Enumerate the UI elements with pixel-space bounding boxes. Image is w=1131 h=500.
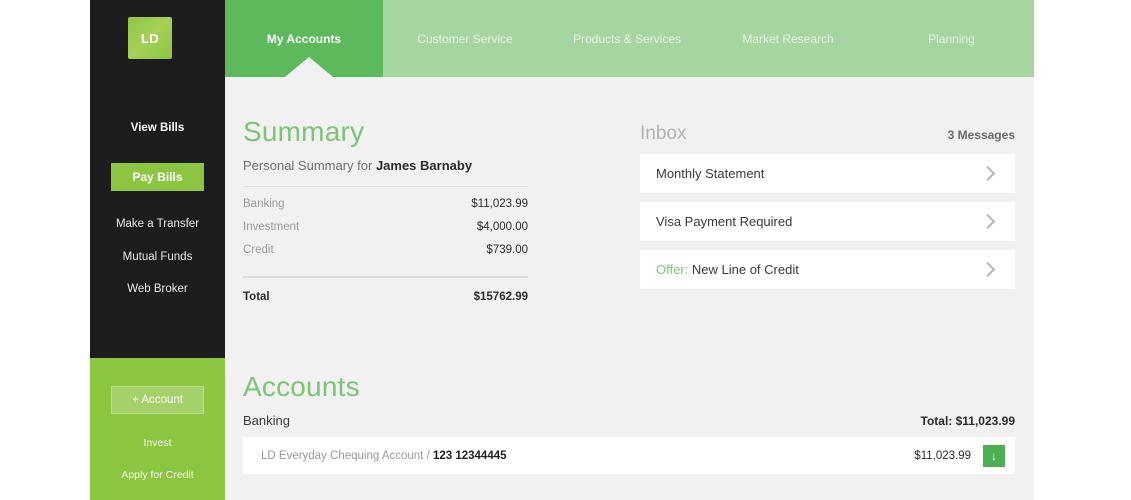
sidebar-item-label: Web Broker [127,283,188,295]
chevron-right-icon [979,213,996,230]
sidebar-item-label: Pay Bills [132,170,183,184]
download-icon[interactable]: ↓ [983,444,1005,467]
sidebar-item-view-bills[interactable]: View Bills [90,122,225,134]
accounts-group-total: Total: $11,023.99 [920,414,1016,428]
chevron-right-icon [979,165,996,182]
inbox-message-item[interactable]: Offer: New Line of Credit [640,250,1015,289]
download-icon-glyph: ↓ [991,448,997,463]
inbox-title: Inbox [640,123,687,144]
sidebar-item-label: View Bills [130,122,185,134]
main-navigation: My Accounts Customer Service Products & … [225,0,1034,77]
account-number: 123 12344445 [432,449,507,462]
sidebar-item-label: Invest [143,437,172,449]
tab-label: Products & Services [572,31,682,46]
sidebar-green-panel: + Account Invest Apply for Credit [90,358,225,500]
summary-row-label: Credit [243,244,274,256]
account-name-wrapper: LD Everyday Chequing Account / 123 12344… [261,450,507,462]
summary-row-total: Total $15762.99 [243,291,528,303]
brand-logo[interactable]: LD [128,17,172,59]
banking-app-window: LD View Bills Pay Bills Make a Transfer … [90,0,1034,500]
sidebar-item-apply-for-credit[interactable]: Apply for Credit [90,469,225,481]
inbox-message-subject: New Line of Credit [688,262,799,277]
summary-row-value: $11,023.99 [471,198,528,210]
summary-row-investment: Investment $4,000.00 [243,221,528,233]
summary-row-value: $739.00 [486,244,528,256]
sidebar-item-label: Mutual Funds [122,251,193,263]
active-tab-indicator-arrow [285,57,333,77]
add-account-label: + Account [132,394,183,406]
tab-label: Market Research [742,31,834,46]
sidebar-item-label: Make a Transfer [115,218,200,230]
tab-label: Customer Service [417,31,513,46]
tab-customer-service[interactable]: Customer Service [383,0,547,77]
accounts-group-header: Banking Total: $11,023.99 [243,413,1015,428]
summary-row-value: $4,000.00 [476,221,528,233]
summary-title: Summary [243,116,365,147]
summary-subtitle: Personal Summary for James Barnaby [243,158,528,173]
summary-divider-bottom [243,276,528,278]
summary-subtitle-prefix: Personal Summary for [243,158,376,173]
brand-logo-text: LD [140,30,160,46]
summary-total-value: $15762.99 [473,291,528,303]
tab-planning[interactable]: Planning [869,0,1034,77]
tab-label: My Accounts [266,31,342,46]
inbox-message-item[interactable]: Monthly Statement [640,154,1015,193]
add-account-button[interactable]: + Account [111,386,204,414]
account-name: LD Everyday Chequing Account / [261,449,433,462]
tab-market-research[interactable]: Market Research [707,0,869,77]
summary-total-label: Total [243,291,270,303]
account-balance: $11,023.99 [914,449,971,462]
inbox-panel: Inbox 3 Messages Monthly Statement Visa … [640,123,1015,289]
sidebar: LD View Bills Pay Bills Make a Transfer … [90,0,225,500]
accounts-panel: Accounts Banking Total: $11,023.99 LD Ev… [243,373,1015,474]
summary-row-credit: Credit $739.00 [243,244,528,256]
account-row[interactable]: LD Everyday Chequing Account / 123 12344… [243,437,1015,474]
customer-name: James Barnaby [375,158,473,173]
inbox-message-item[interactable]: Visa Payment Required [640,202,1015,241]
inbox-header: Inbox 3 Messages [640,123,1015,145]
summary-divider-top [243,186,528,187]
tab-label: Planning [928,31,975,46]
inbox-message-count: 3 Messages [947,128,1015,142]
inbox-message-subject: Visa Payment Required [656,214,793,229]
inbox-message-offer-tag: Offer: [656,262,689,277]
summary-row-banking: Banking $11,023.99 [243,198,528,210]
main-content: Summary Personal Summary for James Barna… [225,77,1034,500]
accounts-group-label: Banking [243,413,290,428]
summary-panel: Summary Personal Summary for James Barna… [243,118,528,303]
inbox-message-subject: Monthly Statement [656,166,765,181]
tab-products-and-services[interactable]: Products & Services [547,0,707,77]
inbox-message-subject-wrapper: Offer: New Line of Credit [656,262,799,277]
account-row-right: $11,023.99 ↓ [914,444,1005,467]
sidebar-item-invest[interactable]: Invest [90,437,225,449]
sidebar-item-label: Apply for Credit [121,469,194,481]
chevron-right-icon [979,261,996,278]
summary-row-label: Banking [243,198,285,210]
accounts-title: Accounts [243,371,360,402]
sidebar-item-pay-bills[interactable]: Pay Bills [111,163,204,191]
sidebar-item-web-broker[interactable]: Web Broker [90,283,225,295]
sidebar-item-make-a-transfer[interactable]: Make a Transfer [90,218,225,230]
summary-row-label: Investment [243,221,300,233]
sidebar-item-mutual-funds[interactable]: Mutual Funds [90,251,225,263]
